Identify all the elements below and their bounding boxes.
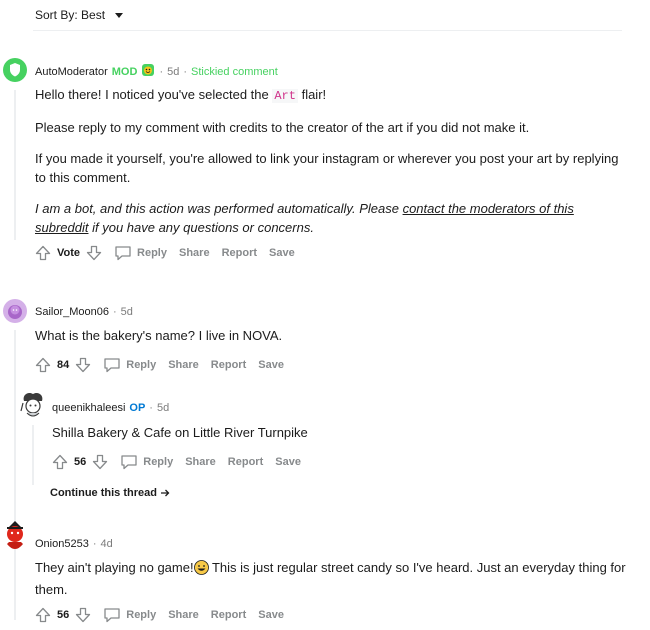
comment-icon	[104, 358, 120, 373]
comment-meta: Sailor_Moon06 · 5d	[35, 306, 133, 318]
comment-icon	[104, 608, 120, 623]
comment-paragraph: If you made it yourself, you're allowed …	[35, 151, 619, 185]
save-button[interactable]: Save	[258, 609, 284, 621]
comment-meta: queenikhaleesi OP · 5d	[52, 402, 170, 414]
save-button[interactable]: Save	[275, 456, 301, 468]
reply-button[interactable]: Reply	[114, 245, 167, 261]
divider	[33, 30, 622, 31]
downvote-icon[interactable]	[73, 605, 93, 625]
comment-meta: AutoModerator MOD · 5d · Stickied commen…	[35, 63, 278, 80]
avatar[interactable]	[2, 520, 28, 554]
chevron-down-icon	[115, 13, 124, 18]
report-button[interactable]: Report	[228, 456, 263, 468]
report-button[interactable]: Report	[211, 609, 246, 621]
comment-actions: 56 Reply Share Report Save	[33, 605, 284, 625]
share-button[interactable]: Share	[185, 456, 216, 468]
comment-actions: 56 Reply Share Report Save	[50, 452, 301, 472]
comment-body: What is the bakery's name? I live in NOV…	[35, 328, 283, 343]
username[interactable]: queenikhaleesi	[52, 402, 125, 414]
upvote-icon[interactable]	[33, 605, 53, 625]
timestamp[interactable]: 5d	[157, 402, 169, 414]
comment-body: Hello there! I noticed you've selected t…	[35, 85, 630, 249]
comment-icon	[115, 246, 131, 261]
report-button[interactable]: Report	[211, 359, 246, 371]
report-button[interactable]: Report	[222, 247, 257, 259]
downvote-icon[interactable]	[73, 355, 93, 375]
reply-button[interactable]: Reply	[103, 607, 156, 623]
upvote-icon[interactable]	[50, 452, 70, 472]
sort-label: Sort By: Best	[35, 8, 106, 22]
snoo-avatar-icon	[20, 392, 43, 417]
comment-paragraph: I am a bot, and this action was performe…	[35, 201, 574, 235]
timestamp[interactable]: 5d	[167, 66, 179, 78]
timestamp[interactable]: 4d	[101, 538, 113, 550]
username[interactable]: Onion5253	[35, 538, 89, 550]
sort-dropdown[interactable]: Sort By: Best	[35, 8, 124, 22]
upvote-icon[interactable]	[33, 243, 53, 263]
op-badge: OP	[129, 402, 146, 414]
reply-button[interactable]: Reply	[103, 357, 156, 373]
username[interactable]: Sailor_Moon06	[35, 306, 109, 318]
comment-paragraph: Please reply to my comment with credits …	[35, 120, 530, 135]
snoo-avatar-icon	[8, 305, 22, 319]
avatar[interactable]	[20, 391, 46, 421]
avatar[interactable]	[3, 58, 27, 82]
username[interactable]: AutoModerator	[35, 66, 108, 78]
comment-icon	[121, 455, 137, 470]
downvote-icon[interactable]	[84, 243, 104, 263]
continue-thread-link[interactable]: Continue this thread	[50, 487, 170, 499]
share-button[interactable]: Share	[168, 359, 199, 371]
comment-paragraph: Hello there! I noticed you've selected t…	[35, 87, 327, 103]
comment-body: They ain't playing no game! This is just…	[35, 560, 626, 597]
thread-line[interactable]	[14, 330, 16, 620]
reply-button[interactable]: Reply	[120, 454, 173, 470]
mod-badge[interactable]: MOD	[112, 66, 138, 78]
vote-count: 56	[74, 456, 87, 468]
downvote-icon[interactable]	[90, 452, 110, 472]
avatar[interactable]	[3, 299, 27, 323]
thread-line[interactable]	[14, 90, 16, 240]
comment-meta: Onion5253 · 4d	[35, 538, 113, 550]
vote-label: Vote	[57, 247, 81, 259]
comment-body: Shilla Bakery & Cafe on Little River Tur…	[52, 425, 308, 440]
mod-emoji-icon	[141, 63, 155, 80]
flair-tag: Art	[272, 89, 298, 103]
snoo-avatar-icon	[7, 521, 23, 549]
thread-line[interactable]	[32, 425, 34, 485]
upvote-icon[interactable]	[33, 355, 53, 375]
share-button[interactable]: Share	[179, 247, 210, 259]
share-button[interactable]: Share	[168, 609, 199, 621]
save-button[interactable]: Save	[258, 359, 284, 371]
comment-actions: 84 Reply Share Report Save	[33, 355, 284, 375]
grinning-emoji-icon	[193, 560, 209, 580]
vote-count: 56	[57, 609, 70, 621]
arrow-right-icon	[160, 489, 170, 497]
vote-count: 84	[57, 359, 70, 371]
timestamp[interactable]: 5d	[121, 306, 133, 318]
shield-icon	[10, 63, 20, 77]
stickied-label: Stickied comment	[191, 65, 278, 78]
comment-actions: Vote Reply Share Report Save	[33, 243, 295, 263]
save-button[interactable]: Save	[269, 247, 295, 259]
